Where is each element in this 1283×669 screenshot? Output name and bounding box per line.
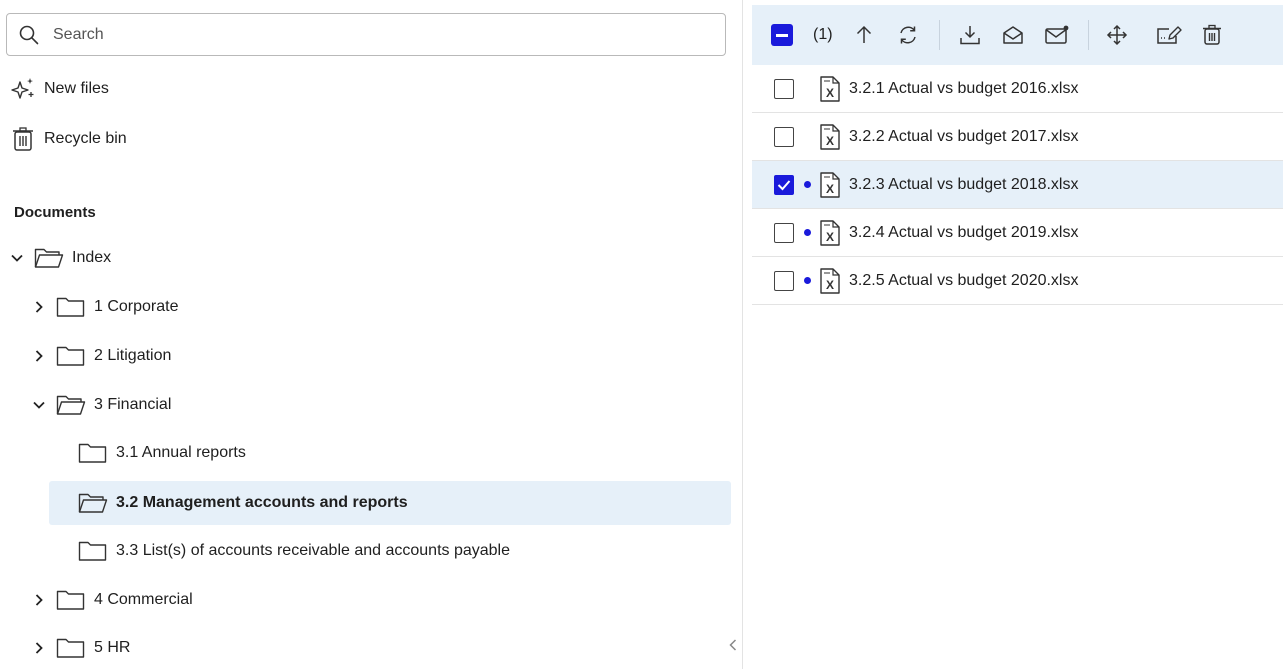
svg-text:X: X [826,182,834,196]
pane-divider[interactable] [742,0,743,669]
sparkle-icon [10,76,36,102]
tree-item-index[interactable]: Index [8,236,111,280]
unread-dot [804,277,811,284]
folder-icon [78,441,108,465]
svg-text:X: X [826,86,834,100]
tree-item-label: Index [72,249,112,266]
excel-file-icon: X [819,171,841,199]
collapse-pane-button[interactable] [724,620,742,669]
chevron-right-icon[interactable] [30,347,48,365]
toolbar-separator [938,20,940,50]
rename-icon[interactable] [1141,5,1197,65]
file-row[interactable]: X 3.2.4 Actual vs budget 2019.xlsx [752,209,1283,257]
search-box[interactable] [6,13,726,56]
recycle-bin-link[interactable]: Recycle bin [10,126,127,152]
excel-file-icon: X [819,75,841,103]
folder-icon [78,539,108,563]
file-row[interactable]: X 3.2.3 Actual vs budget 2018.xlsx [752,161,1283,209]
unread-dot [804,229,811,236]
tree-item-accounts-receivable-payable[interactable]: 3.3 List(s) of accounts receivable and a… [78,529,510,573]
folder-icon [56,588,86,612]
chevron-left-icon [729,638,737,651]
new-files-link[interactable]: New files [10,76,109,102]
tree-item-hr[interactable]: 5 HR [30,626,130,669]
move-icon[interactable] [1099,5,1135,65]
download-icon[interactable] [950,5,990,65]
up-arrow-icon[interactable] [849,5,879,65]
tree-item-commercial[interactable]: 4 Commercial [30,578,193,622]
file-row[interactable]: X 3.2.5 Actual vs budget 2020.xlsx [752,257,1283,305]
unread-dot-placeholder [804,133,811,140]
folder-icon [56,344,86,368]
unread-dot [804,181,811,188]
tree-item-label: 2 Litigation [94,347,172,364]
trash-icon [10,126,36,152]
row-checkbox[interactable] [774,126,794,147]
tree-item-financial[interactable]: 3 Financial [30,383,171,427]
file-list-pane: (1) X 3.2.1 Actual vs budget 2016.xlsx X… [752,5,1283,669]
tree-item-label: 3.1 Annual reports [116,444,246,461]
file-name: 3.2.3 Actual vs budget 2018.xlsx [849,175,1079,193]
open-folder-icon [34,246,64,270]
navigation-pane: New files Recycle bin Documents Index 1 … [0,0,742,669]
toolbar-separator [1087,20,1089,50]
tree-item-label: 5 HR [94,639,131,656]
row-checkbox[interactable] [774,222,794,243]
tree-item-label: 3.2 Management accounts and reports [116,494,408,511]
documents-heading: Documents [14,204,96,221]
file-name: 3.2.2 Actual vs budget 2017.xlsx [849,127,1079,145]
folder-icon [56,636,86,660]
excel-file-icon: X [819,219,841,247]
file-row[interactable]: X 3.2.1 Actual vs budget 2016.xlsx [752,65,1283,113]
search-input[interactable] [53,25,673,44]
open-folder-icon [78,491,108,515]
file-list: X 3.2.1 Actual vs budget 2016.xlsx X 3.2… [752,65,1283,305]
recycle-bin-label: Recycle bin [44,130,127,147]
excel-file-icon: X [819,123,841,151]
tree-item-litigation[interactable]: 2 Litigation [30,334,171,378]
file-name: 3.2.4 Actual vs budget 2019.xlsx [849,223,1079,241]
chevron-right-icon[interactable] [30,298,48,316]
row-checkbox[interactable] [774,78,794,99]
select-all-checkbox[interactable] [771,24,793,46]
file-name: 3.2.5 Actual vs budget 2020.xlsx [849,271,1079,289]
tree-item-management-accounts[interactable]: 3.2 Management accounts and reports [49,481,731,525]
tree-item-label: 1 Corporate [94,298,179,315]
unread-dot-placeholder [804,85,811,92]
excel-file-icon: X [819,267,841,295]
tree-item-label: 3.3 List(s) of accounts receivable and a… [116,542,511,559]
search-icon [19,24,41,46]
tree-item-label: 3 Financial [94,396,172,413]
mark-read-icon[interactable] [990,5,1036,65]
svg-text:X: X [826,278,834,292]
file-name: 3.2.1 Actual vs budget 2016.xlsx [849,79,1079,97]
mark-unread-icon[interactable] [1036,5,1078,65]
row-checkbox[interactable] [774,174,794,195]
new-files-label: New files [44,80,109,97]
chevron-right-icon[interactable] [30,591,48,609]
open-folder-icon [56,393,86,417]
row-checkbox[interactable] [774,270,794,291]
file-row[interactable]: X 3.2.2 Actual vs budget 2017.xlsx [752,113,1283,161]
refresh-icon[interactable] [887,5,929,65]
chevron-down-icon[interactable] [30,396,48,414]
tree-item-annual-reports[interactable]: 3.1 Annual reports [78,431,246,475]
svg-text:X: X [826,134,834,148]
tree-item-corporate[interactable]: 1 Corporate [30,285,179,329]
chevron-down-icon[interactable] [8,249,26,267]
svg-text:X: X [826,230,834,244]
chevron-right-icon[interactable] [30,639,48,657]
tree-item-label: 4 Commercial [94,591,193,608]
delete-icon[interactable] [1197,5,1227,65]
folder-icon [56,295,86,319]
selected-count: (1) [813,26,833,43]
file-toolbar: (1) [752,5,1283,65]
